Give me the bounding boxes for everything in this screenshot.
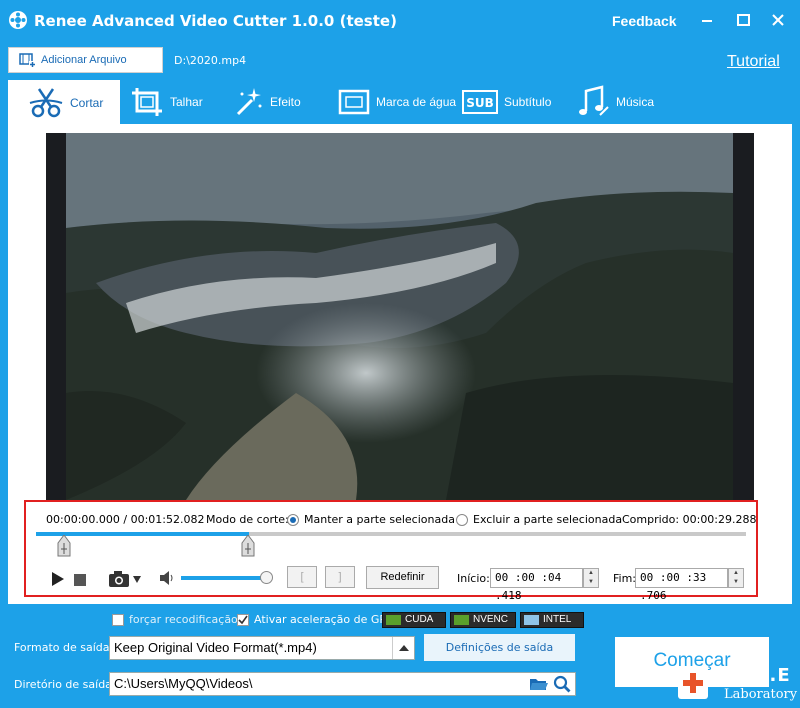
- maximize-button[interactable]: [730, 8, 756, 32]
- length-readout: Comprido: 00:00:29.288: [622, 513, 757, 526]
- total-time: / 00:01:52.082: [123, 513, 205, 526]
- keep-label: Manter a parte selecionada: [304, 513, 455, 526]
- tab-talhar[interactable]: Talhar: [130, 80, 203, 124]
- dir-label: Diretório de saída:: [14, 678, 116, 691]
- start-marker-handle[interactable]: [57, 534, 71, 560]
- nvidia-icon: [386, 615, 401, 625]
- exclude-radio[interactable]: [456, 513, 468, 526]
- gpu-accel-label: Ativar aceleração de GPU: [254, 613, 395, 626]
- volume-slider-thumb[interactable]: [260, 571, 273, 584]
- force-reencode-checkbox[interactable]: [112, 613, 124, 626]
- output-dir-input[interactable]: C:\Users\MyQQ\Videos\: [109, 672, 576, 696]
- format-select[interactable]: Keep Original Video Format(*.mp4): [109, 636, 415, 660]
- output-settings-button[interactable]: Definições de saída: [424, 634, 575, 661]
- force-reencode-option[interactable]: forçar recodificação: [112, 613, 238, 626]
- nvenc-badge: NVENC: [450, 612, 516, 628]
- current-file-path: D:\2020.mp4: [174, 54, 247, 67]
- gpu-accel-checkbox[interactable]: [237, 613, 249, 626]
- intel-badge: INTEL: [520, 612, 584, 628]
- cuda-badge: CUDA: [382, 612, 446, 628]
- minimize-button[interactable]: [694, 8, 720, 32]
- timeline-track[interactable]: [36, 532, 746, 536]
- video-preview[interactable]: [46, 133, 754, 500]
- format-label: Formato de saída:: [14, 641, 114, 654]
- dropdown-arrow-icon[interactable]: [392, 637, 414, 659]
- magic-wand-icon: [232, 86, 264, 118]
- video-frame: [66, 133, 733, 500]
- time-readout: 00:00:00.000 / 00:01:52.082: [46, 513, 205, 526]
- keep-radio[interactable]: [287, 513, 299, 526]
- tab-label: Cortar: [70, 95, 104, 110]
- logo-subtext: Laboratory: [724, 687, 798, 702]
- search-icon[interactable]: [553, 675, 571, 700]
- volume-icon[interactable]: [159, 571, 175, 588]
- folder-icon[interactable]: [529, 675, 549, 700]
- start-time-input[interactable]: 00 :00 :04 .418: [490, 568, 583, 602]
- format-value: Keep Original Video Format(*.mp4): [114, 640, 317, 655]
- feedback-link[interactable]: Feedback: [612, 13, 677, 29]
- start-label: Início:: [457, 572, 490, 585]
- reset-button[interactable]: Redefinir: [366, 566, 439, 589]
- end-marker-handle[interactable]: [241, 534, 255, 560]
- exclude-option[interactable]: Excluir a parte selecionada: [456, 513, 622, 526]
- tab-efeito[interactable]: Efeito: [232, 80, 301, 124]
- gpu-accel-option[interactable]: Ativar aceleração de GPU: [237, 613, 394, 626]
- exclude-label: Excluir a parte selecionada: [473, 513, 623, 526]
- tab-subtitulo[interactable]: SUB Subtítulo: [462, 80, 551, 124]
- tab-label: Música: [616, 95, 655, 109]
- end-label: Fim:: [613, 572, 637, 585]
- tab-cortar[interactable]: Cortar: [8, 80, 120, 125]
- svg-text:SUB: SUB: [466, 96, 494, 110]
- app-logo-icon: [8, 10, 28, 30]
- add-video-icon: [19, 53, 37, 68]
- scissors-icon: [28, 86, 64, 120]
- end-time-stepper[interactable]: ▲ ▼: [728, 568, 744, 588]
- watermark-icon: [338, 88, 370, 116]
- play-button[interactable]: [50, 572, 66, 589]
- length-label: Comprido:: [622, 513, 680, 526]
- crop-icon: [130, 86, 164, 118]
- close-button[interactable]: [765, 8, 791, 32]
- keep-option[interactable]: Manter a parte selecionada: [287, 513, 455, 526]
- add-file-button[interactable]: Adicionar Arquivo: [8, 47, 163, 73]
- tab-label: Efeito: [270, 95, 301, 109]
- snapshot-button[interactable]: [108, 570, 144, 591]
- end-time-input[interactable]: 00 :00 :33 .706: [635, 568, 728, 602]
- tab-label: Marca de água: [376, 95, 457, 109]
- tab-label: Talhar: [170, 95, 203, 109]
- tab-marca-de-agua[interactable]: Marca de água: [338, 80, 456, 124]
- set-start-button[interactable]: [: [287, 566, 317, 588]
- length-value: 00:00:29.288: [682, 513, 757, 526]
- window-title: Renee Advanced Video Cutter 1.0.0 (teste…: [34, 12, 397, 30]
- add-file-label: Adicionar Arquivo: [41, 54, 127, 66]
- force-reencode-label: forçar recodificação: [129, 613, 238, 626]
- rene-laboratory-logo: RENE.E Laboratory: [678, 663, 800, 708]
- tutorial-link[interactable]: Tutorial: [727, 53, 780, 71]
- nvidia-icon: [454, 615, 469, 625]
- set-end-button[interactable]: ]: [325, 566, 355, 588]
- tab-musica[interactable]: Música: [576, 80, 654, 124]
- start-time-stepper[interactable]: ▲ ▼: [583, 568, 599, 588]
- title-bar: Renee Advanced Video Cutter 1.0.0 (teste…: [0, 0, 800, 42]
- cut-controls: 00:00:00.000 / 00:01:52.082 Modo de cort…: [24, 500, 758, 602]
- cut-mode-label: Modo de corte:: [206, 513, 289, 526]
- music-icon: [576, 85, 610, 119]
- logo-badge: [678, 667, 708, 699]
- volume-slider[interactable]: [181, 576, 271, 580]
- intel-icon: [524, 615, 539, 625]
- logo-text: RENE.E: [712, 665, 791, 686]
- tab-label: Subtítulo: [504, 95, 552, 109]
- subtitle-icon: SUB: [462, 89, 498, 115]
- stop-button[interactable]: [74, 574, 86, 589]
- current-time: 00:00:00.000: [46, 513, 120, 526]
- output-dir-value: C:\Users\MyQQ\Videos\: [114, 676, 253, 691]
